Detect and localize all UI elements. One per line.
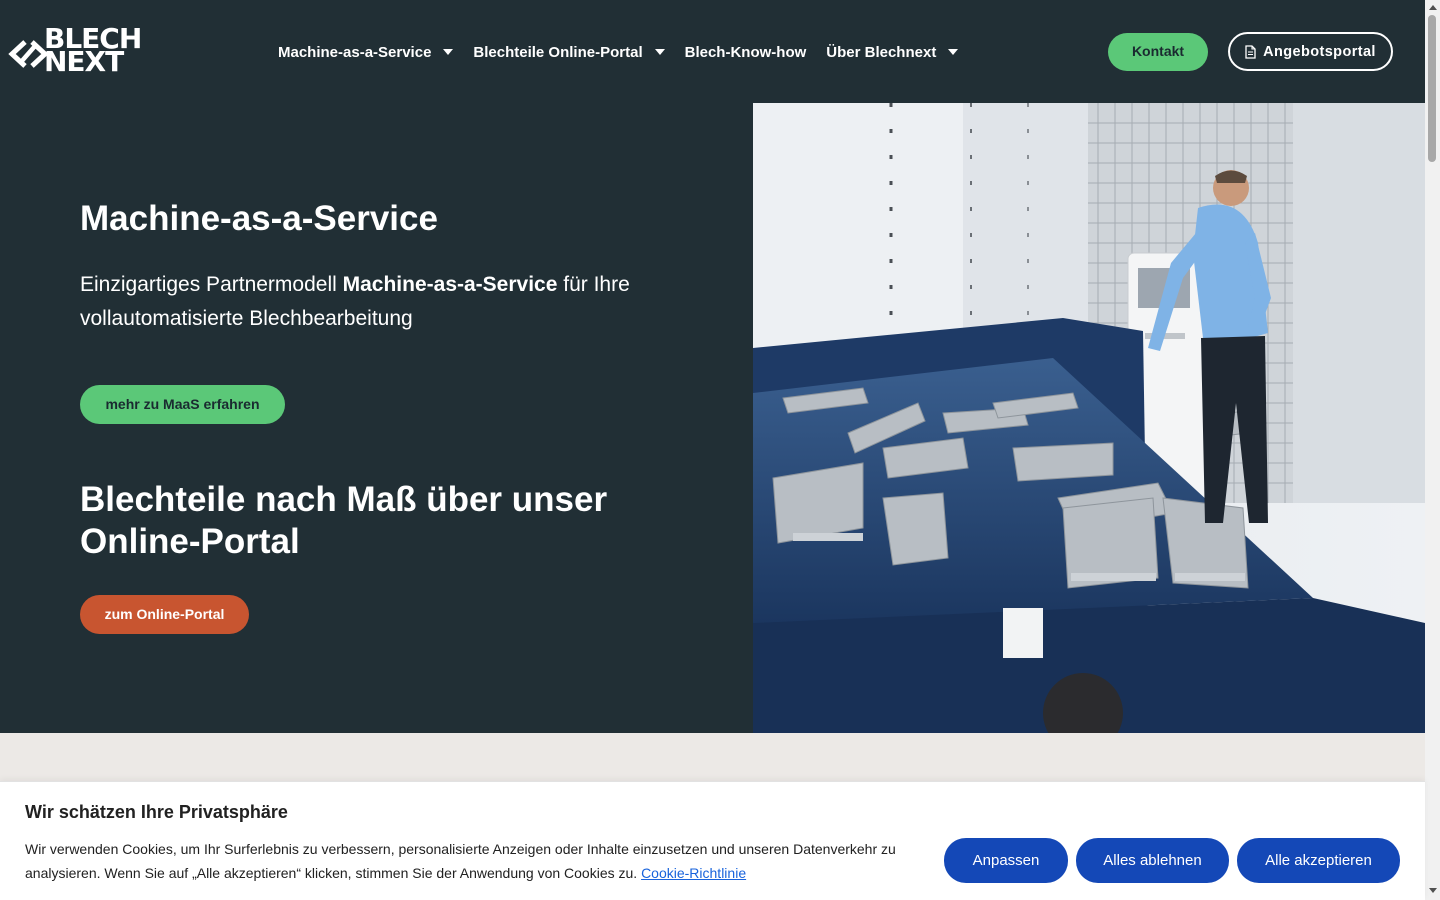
caret-down-icon [948,49,959,55]
document-icon [1245,44,1256,59]
hero-subtitle: Blechteile nach Maß über unser Online-Po… [80,480,608,561]
scroll-up-arrow-icon[interactable] [1429,5,1437,10]
cookie-consent-banner: Wir schätzen Ihre Privatsphäre Wir verwe… [0,781,1425,900]
site-header: BLECH NEXT Machine-as-a-Service Blechtei… [0,0,1425,103]
nav-label: Blechteile Online-Portal [473,43,643,61]
page-scrollbar[interactable] [1425,0,1440,900]
nav-machine-as-a-service[interactable]: Machine-as-a-Service [278,43,454,61]
online-portal-button[interactable]: zum Online-Portal [80,595,249,634]
scrollbar-thumb[interactable] [1428,15,1436,162]
cookie-policy-link[interactable]: Cookie-Richtlinie [641,865,746,881]
logo-wordmark-bottom: NEXT [44,45,124,78]
quote-portal-label: Angebotsportal [1263,43,1376,60]
hero-section: Machine-as-a-Service Einzigartiges Partn… [0,103,753,733]
contact-button[interactable]: Kontakt [1108,33,1208,71]
caret-down-icon [443,49,454,55]
hero-title: Machine-as-a-Service [80,199,438,238]
blechnext-logo[interactable]: BLECH NEXT [8,25,143,78]
lead-text-pre: Einzigartiges Partnermodell [80,273,343,296]
cookie-customize-button[interactable]: Anpassen [944,838,1068,883]
caret-down-icon [654,49,665,55]
nav-blechteile-online-portal[interactable]: Blechteile Online-Portal [473,43,665,61]
scroll-down-arrow-icon[interactable] [1429,888,1437,893]
nav-label: Machine-as-a-Service [278,43,432,61]
cookie-title: Wir schätzen Ihre Privatsphäre [25,802,288,822]
nav-blech-know-how[interactable]: Blech-Know-how [685,44,807,61]
quote-portal-button[interactable]: Angebotsportal [1228,32,1393,71]
nav-label: Blech-Know-how [684,43,807,61]
cookie-text-body: Wir verwenden Cookies, um Ihr Surferlebn… [25,841,896,881]
hero-image-factory [753,103,1425,733]
nav-ueber-blechnext[interactable]: Über Blechnext [826,43,959,61]
maas-more-button[interactable]: mehr zu MaaS erfahren [80,385,285,424]
factory-photo-illustration [753,103,1425,733]
lead-text-bold: Machine-as-a-Service [342,273,558,296]
nav-label: Über Blechnext [826,43,937,61]
cookie-text: Wir verwenden Cookies, um Ihr Surferlebn… [25,837,930,885]
main-nav: Machine-as-a-Service Blechteile Online-P… [278,41,978,63]
hero-lead: Einzigartiges Partnermodell Machine-as-a… [80,268,660,336]
cookie-reject-all-button[interactable]: Alles ablehnen [1076,838,1229,883]
cookie-accept-all-button[interactable]: Alle akzeptieren [1237,838,1400,883]
